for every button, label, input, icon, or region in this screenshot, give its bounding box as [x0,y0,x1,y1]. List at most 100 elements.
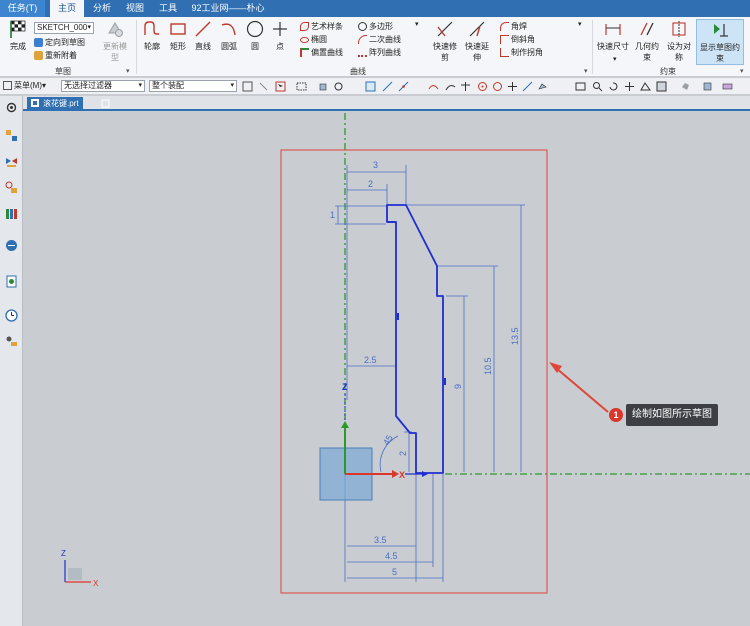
sketch-drawing: 3 2 1 2.5 13.5 10.5 9 2 45 3.5 4.5 5 Z X [61,113,750,594]
reattach-button[interactable]: 重新附着 [34,50,77,62]
finish-button[interactable]: 完成 [6,19,30,52]
circle-button[interactable]: 圆 [244,19,266,52]
resource-bar [0,96,23,626]
tab-view[interactable]: 视图 [120,0,150,17]
rectangle-button[interactable]: 矩形 [167,19,189,52]
roles-icon[interactable] [4,334,19,349]
annotation-arrow [555,367,609,413]
update-model-button[interactable]: 更新模型 [100,19,130,63]
menu-button[interactable]: 菜单(M)▾ [3,80,46,92]
deselect-icon[interactable] [258,81,269,92]
line-icon [195,21,211,37]
snap-on-face-icon[interactable] [537,81,548,92]
render-style-icon[interactable] [656,81,667,92]
ribbon-separator [592,20,593,74]
orientation-icon[interactable] [680,81,691,92]
more-curves-button[interactable]: ▾ [415,19,419,31]
studio-spline-button[interactable]: 艺术样条 [300,21,343,33]
conic-icon [358,35,367,45]
rapid-dimension-button[interactable]: 快速尺寸 [596,19,630,52]
expand-arrow-icon[interactable]: ▾ [740,67,744,75]
snap-quadrant-icon[interactable] [492,81,503,92]
sketch-group-label: 草图 [55,67,71,76]
selection-filter-value: 无选择过滤器 [64,81,112,90]
sketch-name-value: SKETCH_000 [37,23,88,32]
clock-icon[interactable] [4,308,19,323]
orient-to-sketch-button[interactable]: 定向到草图 [34,37,85,49]
view-cube-icon[interactable] [702,81,713,92]
fit-view-icon[interactable] [575,81,586,92]
ellipse-button[interactable]: 椭圆 [300,34,327,46]
snap-center-icon[interactable] [477,81,488,92]
more-edit-button[interactable]: ▾ [578,19,582,31]
selection-toolbar: 菜单(M)▾ 无选择过滤器 ▾ 整个装配 ▾ [0,78,750,95]
geometric-constraint-button[interactable]: 几何约束 [632,19,662,63]
layer-icon[interactable] [722,81,733,92]
sketch-boundary-rectangle [280,149,548,594]
constraint-navigator-icon[interactable] [4,180,19,195]
point-button[interactable]: 点 [270,19,290,52]
orient-to-sketch-label: 定向到草图 [45,38,85,47]
cube-icon[interactable] [318,81,329,92]
conic-button[interactable]: 二次曲线 [358,34,401,46]
dim-text-45: 45 [381,433,395,447]
arc-button[interactable]: 圆弧 [218,19,240,52]
expand-arrow-icon[interactable]: ▾ [126,67,130,75]
rapid-dimension-dropdown[interactable]: ▾ [613,54,617,66]
conic-label: 二次曲线 [369,35,401,44]
snap-midpoint-icon[interactable] [398,81,409,92]
selection-scope-dropdown[interactable]: 整个装配 ▾ [149,80,237,92]
select-by-type-icon[interactable] [275,81,286,92]
pan-icon[interactable] [624,81,635,92]
select-all-icon[interactable] [242,81,253,92]
expand-arrow-icon[interactable]: ▾ [584,67,588,75]
selection-filter-dropdown[interactable]: 无选择过滤器 ▾ [61,80,145,92]
snap-on-curve-icon[interactable] [522,81,533,92]
snap-point-icon[interactable] [333,81,344,92]
snap-existing-point-icon[interactable] [507,81,518,92]
quick-extend-button[interactable]: 快速延伸 [462,19,492,63]
snap-intersection-icon[interactable] [445,81,456,92]
close-tab-icon[interactable] [101,99,110,108]
fillet-button[interactable]: 角焊 [500,21,527,33]
make-corner-button[interactable]: 制作拐角 [500,47,543,59]
rectangle-select-icon[interactable] [296,81,307,92]
snap-control-point-icon[interactable] [428,81,439,92]
quick-trim-button[interactable]: 快速修剪 [430,19,460,63]
show-constraints-button[interactable]: 显示草图约束 [696,19,744,65]
sketch-name-dropdown[interactable]: SKETCH_000 ▾ [34,22,94,34]
polygon-button[interactable]: 多边形 [358,21,393,33]
tab-task[interactable]: 任务(T) [0,0,45,17]
snap-perpendicular-icon[interactable] [460,81,471,92]
snap-endpoint-icon[interactable] [382,81,393,92]
chamfer-button[interactable]: 倒斜角 [500,34,535,46]
rotate-icon[interactable] [608,81,619,92]
part-navigator-icon[interactable] [4,128,19,143]
web-browser-icon[interactable] [4,238,19,253]
ribbon: 完成 SKETCH_000 ▾ 定向到草图 重新附着 更新模型 草图 ▾ 轮廓 矩… [0,17,750,77]
symmetric-icon [672,21,686,37]
tab-analysis[interactable]: 分析 [87,0,117,17]
offset-curve-button[interactable]: 偏置曲线 [300,47,343,59]
callout-note: 绘制如图所示草图 [626,404,718,426]
make-symmetric-button[interactable]: 设为对称 [664,19,694,63]
profile-label: 轮廓 [144,42,160,51]
settings-gear-icon[interactable] [4,100,19,115]
dim-text-4-5: 4.5 [385,551,398,561]
pattern-curve-button[interactable]: 阵列曲线 [358,47,401,59]
rectangle-label: 矩形 [170,42,186,51]
profile-button[interactable]: 轮廓 [141,19,163,52]
line-button[interactable]: 直线 [192,19,214,52]
part-file-icon [31,99,39,107]
snap-grid-icon[interactable] [365,81,376,92]
perspective-icon[interactable] [640,81,651,92]
zoom-icon[interactable] [592,81,603,92]
tab-tools[interactable]: 工具 [153,0,183,17]
reuse-library-icon[interactable] [4,206,19,221]
graphics-window[interactable]: 3 2 1 2.5 13.5 10.5 9 2 45 3.5 4.5 5 Z X [24,113,750,626]
assembly-navigator-icon[interactable] [4,154,19,169]
tab-home[interactable]: 主页 [50,0,84,17]
curve-group-label: 曲线 [350,67,366,76]
history-icon[interactable] [4,274,19,289]
tab-92-industry[interactable]: 92工业网——朴心 [188,0,268,17]
